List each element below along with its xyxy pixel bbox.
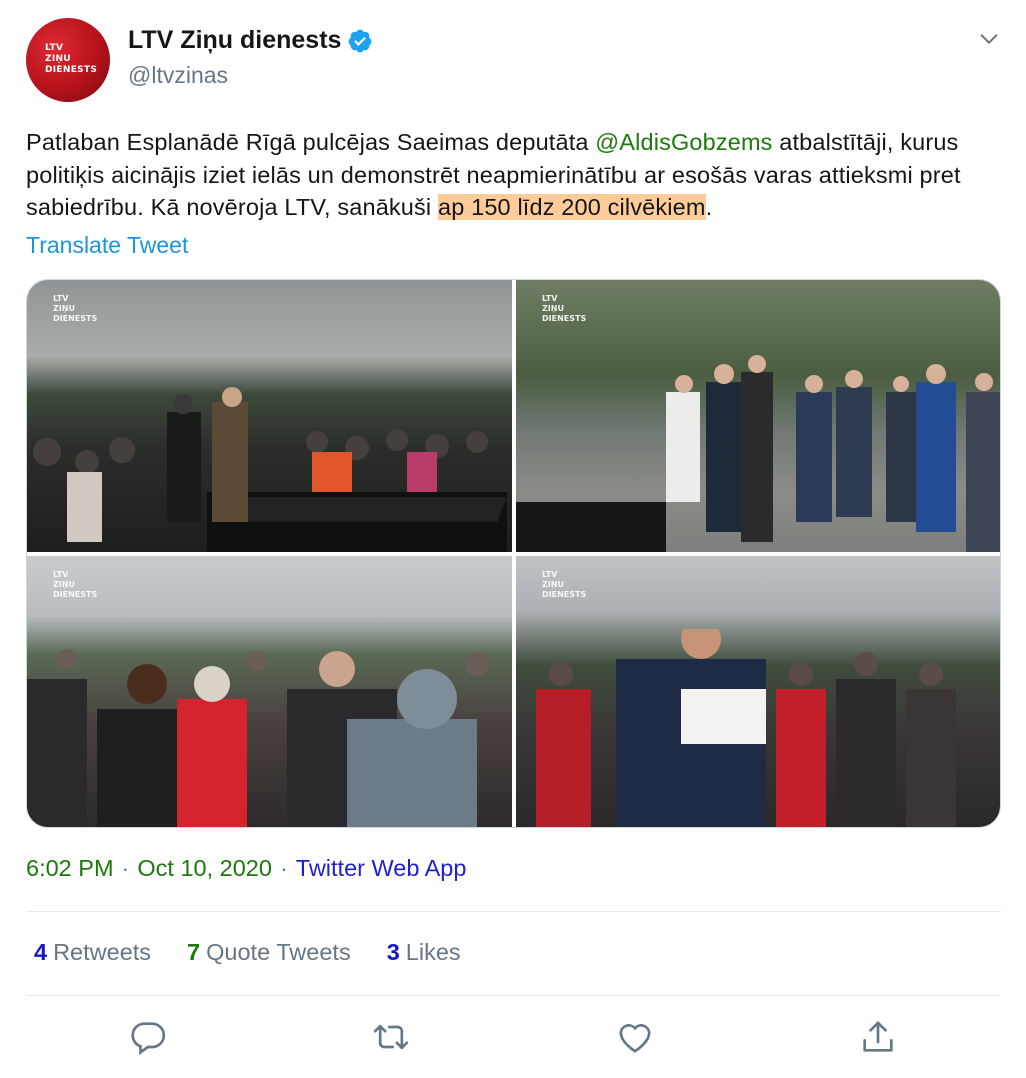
verified-badge-icon [349,29,372,52]
divider [26,911,1001,912]
reply-icon[interactable] [128,1017,168,1057]
ltv-watermark: LTV ZIŅU DIENESTS [53,570,98,599]
photo-2[interactable]: LTV ZIŅU DIENESTS [516,280,1000,552]
likes-stat[interactable]: 3 Likes [387,939,461,966]
tweet-date[interactable]: Oct 10, 2020 [137,855,272,881]
mention-link[interactable]: @AldisGobzems [595,129,772,155]
author-handle[interactable]: @ltvzinas [128,62,228,89]
retweet-icon[interactable] [371,1017,411,1057]
translate-tweet-link[interactable]: Translate Tweet [26,232,188,259]
action-bar [0,1017,1026,1057]
highlighted-text: ap 150 līdz 200 cilvēkiem [437,194,706,220]
retweets-stat[interactable]: 4 Retweets [34,939,151,966]
avatar-logo-text: LTV ZIŅU DIENESTS [45,43,98,75]
avatar[interactable]: LTV ZIŅU DIENESTS [26,18,110,102]
tweet-meta: 6:02 PM · Oct 10, 2020 · Twitter Web App [26,855,467,881]
ltv-watermark: LTV ZIŅU DIENESTS [542,294,587,323]
tweet-source[interactable]: Twitter Web App [296,855,467,881]
photo-3[interactable]: LTV ZIŅU DIENESTS [27,556,512,827]
photo-4[interactable]: LTV ZIŅU DIENESTS [516,556,1000,827]
display-name[interactable]: LTV Ziņu dienests [128,26,341,55]
people-scene-graphic [516,355,1000,552]
quote-tweets-stat[interactable]: 7 Quote Tweets [187,939,351,966]
tweet-time[interactable]: 6:02 PM [26,855,114,881]
tweet-stats: 4 Retweets 7 Quote Tweets 3 Likes [34,939,497,966]
media-grid: LTV ZIŅU DIENESTS LTV ZIŅU DIENESTS LTV … [26,279,1001,828]
crowd-scene-graphic [536,629,956,827]
tweet-text: Patlaban Esplanādē Rīgā pulcējas Saeimas… [26,129,961,220]
chevron-down-icon[interactable] [978,28,1000,50]
share-icon[interactable] [858,1017,898,1057]
crowd-scene-graphic [27,649,489,827]
ltv-watermark: LTV ZIŅU DIENESTS [542,570,587,599]
photo-1[interactable]: LTV ZIŅU DIENESTS [27,280,512,552]
divider [26,995,1001,996]
like-icon[interactable] [615,1017,655,1057]
author-name-row: LTV Ziņu dienests [128,26,373,55]
crowd-scene-graphic [33,387,507,552]
ltv-watermark: LTV ZIŅU DIENESTS [53,294,98,323]
